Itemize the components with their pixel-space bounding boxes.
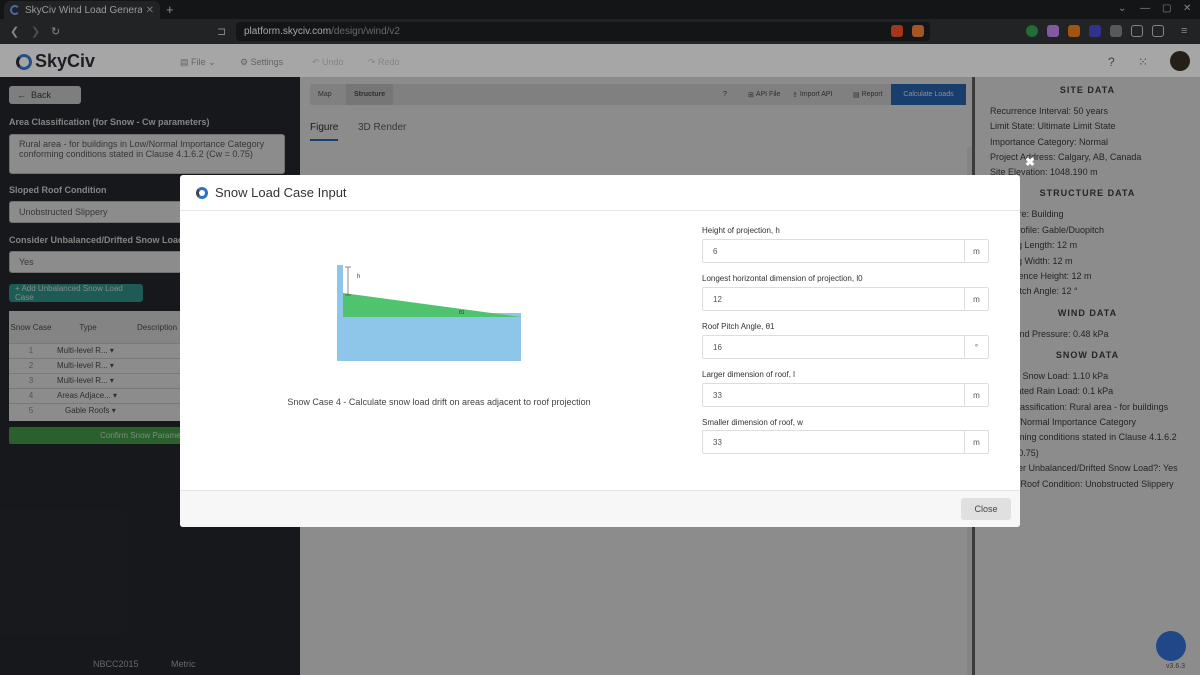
modal-footer: Close [180,490,1020,527]
roof-projection [337,265,343,313]
field-unit: ° [964,336,988,358]
roof-pitch-input[interactable]: 16 ° [702,335,989,359]
smaller-dimension-label: Smaller dimension of roof, w [702,418,803,427]
building-body [337,313,521,361]
larger-dimension-label: Larger dimension of roof, l [702,370,795,379]
modal-close-icon[interactable]: ✖ [1025,155,1035,169]
field-value: 12 [713,295,722,304]
snow-case-figure: h θ1 [337,265,521,361]
horizontal-dimension-input[interactable]: 12 m [702,287,989,311]
field-unit: m [964,288,988,310]
field-value: 33 [713,391,722,400]
smaller-dimension-input[interactable]: 33 m [702,430,989,454]
modal-backdrop-top [0,0,1200,77]
roof-pitch-label: Roof Pitch Angle, θ1 [702,322,775,331]
field-value: 6 [713,247,718,256]
figure-caption: Snow Case 4 - Calculate snow load drift … [287,397,591,407]
field-unit: m [964,431,988,453]
modal-header-divider [180,210,1020,211]
height-projection-label: Height of projection, h [702,226,780,235]
horizontal-dimension-label: Longest horizontal dimension of projecti… [702,274,863,283]
close-button[interactable]: Close [961,498,1011,520]
theta-label: θ1 [459,310,465,316]
modal-title: Snow Load Case Input [196,185,347,200]
skyciv-logo-icon [196,186,208,199]
field-unit: m [964,384,988,406]
larger-dimension-input[interactable]: 33 m [702,383,989,407]
snow-load-case-modal: Snow Load Case Input ✖ h θ1 Snow Case 4 … [180,155,1035,527]
height-projection-input[interactable]: 6 m [702,239,989,263]
h-label: h [357,274,360,280]
field-value: 33 [713,438,722,447]
modal-title-text: Snow Load Case Input [215,185,347,200]
field-value: 16 [713,343,722,352]
field-unit: m [964,240,988,262]
